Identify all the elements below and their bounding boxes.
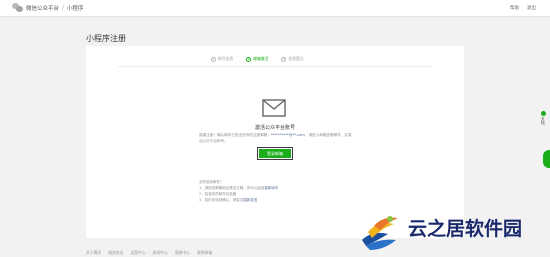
brand[interactable]: 微信公众平台 / 小程序 <box>12 3 83 12</box>
step-label: 信息登记 <box>288 56 304 61</box>
step-number: 1 <box>211 56 216 62</box>
note-item: 3、若仍未收到确认，请尝试重新发送 <box>199 197 319 203</box>
login-email-button-label: 登录邮箱 <box>259 149 291 158</box>
note-text: 2、检查你的邮件垃圾箱 <box>199 192 237 196</box>
top-links: 帮助 退出 <box>510 5 536 11</box>
registered-email: **********@**.com <box>270 133 305 137</box>
docs-label: 文档 <box>541 117 546 125</box>
footer-link[interactable]: 客服中心 <box>175 250 190 256</box>
note-text: 3、若仍未收到确认，请尝试 <box>199 198 244 202</box>
footer-link[interactable]: 关于腾讯 <box>86 250 101 256</box>
activation-title: 激活公众平台账号 <box>254 125 295 131</box>
resend-link[interactable]: 重新发送 <box>243 198 257 202</box>
step-number: 2 <box>246 56 252 62</box>
activation-description: 感谢注册！确认邮件已发送至你的注册邮箱：**********@**.com，请进… <box>199 133 354 144</box>
brand-name[interactable]: 微信公众平台 <box>26 4 59 12</box>
help-link[interactable]: 帮助 <box>510 5 519 11</box>
page-title: 小程序注册 <box>86 34 126 43</box>
logout-link[interactable]: 退出 <box>527 5 536 11</box>
footer-link[interactable]: 运营中心 <box>130 250 145 256</box>
step-label: 邮箱激活 <box>253 56 269 61</box>
step-account-info: 1 帐号信息 <box>211 56 233 62</box>
section-name: 小程序 <box>66 5 84 12</box>
step-label: 帐号信息 <box>218 56 234 61</box>
mail-envelope-icon <box>262 99 286 117</box>
step-number: 3 <box>281 56 287 62</box>
side-feedback-tab[interactable] <box>543 150 550 168</box>
wechat-logo-icon <box>12 3 23 12</box>
divider <box>118 66 432 67</box>
footer-link[interactable]: 服务协议 <box>108 250 123 256</box>
breadcrumb-separator: / <box>62 4 64 11</box>
description-text: 感谢注册！确认邮件已发送至你的注册邮箱： <box>199 133 271 137</box>
note-text: 1、请检查邮箱地址是否正确，你可以返回 <box>199 186 265 190</box>
docs-side-button[interactable]: 文档 <box>538 111 548 124</box>
watermark-logo-icon <box>362 216 398 250</box>
footer-link[interactable]: 联系邮箱 <box>197 250 212 256</box>
docs-icon <box>540 111 546 116</box>
step-indicator: 1 帐号信息 2 邮箱激活 3 信息登记 <box>211 56 304 62</box>
top-bar: 微信公众平台 / 小程序 帮助 退出 <box>0 0 550 17</box>
watermark-text: 云之居软件园 <box>408 218 523 240</box>
rewrite-link[interactable]: 重新填写 <box>264 186 278 190</box>
step-info-registration: 3 信息登记 <box>281 56 304 62</box>
step-email-activation: 2 邮箱激活 <box>246 56 268 62</box>
login-email-button[interactable]: 登录邮箱 <box>257 147 293 160</box>
watermark: 云之居软件园 <box>348 202 550 257</box>
footer-link[interactable]: 辟谣中心 <box>153 250 168 256</box>
help-notes: 没有收到邮件？ 1、请检查邮箱地址是否正确，你可以返回重新填写 2、检查你的邮件… <box>199 179 319 203</box>
footer: 关于腾讯 服务协议 运营中心 辟谣中心 客服中心 联系邮箱 <box>86 250 212 256</box>
